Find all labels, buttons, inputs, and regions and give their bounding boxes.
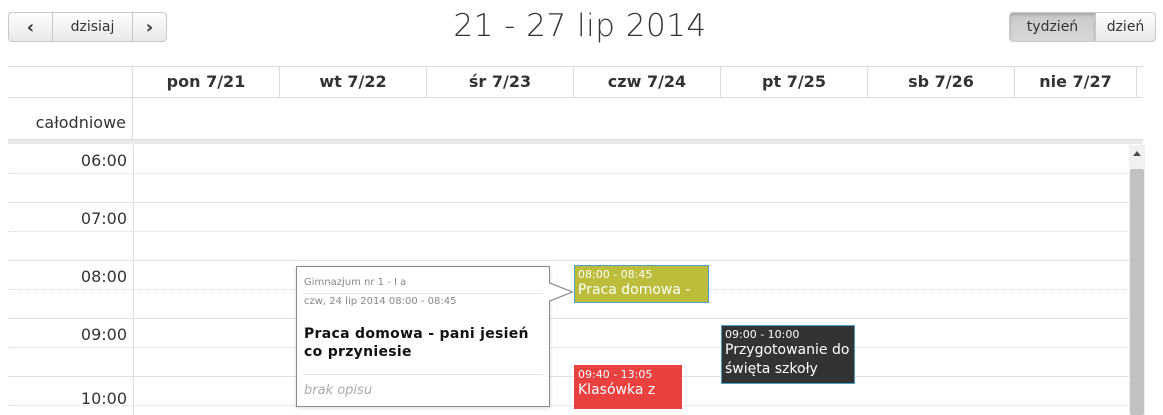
view-button-group: tydzień dzień — [1009, 12, 1156, 42]
day-view-button[interactable]: dzień — [1096, 12, 1156, 42]
day-header-tue[interactable]: wt 7/22 — [280, 67, 427, 97]
event-title: Przygotowanie do święta szkoły — [725, 342, 850, 377]
time-label-0900: 09:00 — [80, 325, 127, 344]
event-test[interactable]: 09:40 - 13:05 Klasówka z — [574, 365, 682, 409]
scroll-up-icon[interactable] — [1133, 151, 1141, 156]
popup-divider — [303, 293, 543, 294]
all-day-divider — [8, 140, 1143, 144]
header-gutter — [8, 67, 133, 97]
event-title: Klasówka z — [578, 382, 656, 398]
day-header-wed[interactable]: śr 7/23 — [427, 67, 574, 97]
time-slot[interactable] — [8, 377, 1138, 406]
time-label-1000: 10:00 — [80, 389, 127, 408]
time-slot[interactable] — [8, 348, 1138, 377]
event-time: 08:00 - 08:45 — [578, 268, 653, 281]
day-header-fri[interactable]: pt 7/25 — [721, 67, 868, 97]
prev-week-button[interactable]: ‹ — [8, 12, 53, 42]
next-week-button[interactable]: › — [133, 12, 167, 42]
popup-divider — [303, 374, 543, 375]
chevron-left-icon: ‹ — [26, 16, 35, 38]
gutter-divider — [133, 145, 134, 415]
event-homework[interactable]: 08:00 - 08:45 Praca domowa - — [574, 265, 709, 303]
time-slot[interactable] — [8, 203, 1138, 232]
day-header-row: pon 7/21 wt 7/22 śr 7/23 czw 7/24 pt 7/2… — [8, 66, 1143, 98]
vertical-scrollbar[interactable] — [1129, 145, 1145, 415]
day-header-mon[interactable]: pon 7/21 — [133, 67, 280, 97]
popup-datetime: czw, 24 lip 2014 08:00 - 08:45 — [304, 296, 457, 307]
day-header-thu[interactable]: czw 7/24 — [574, 67, 721, 97]
time-label-0800: 08:00 — [80, 267, 127, 286]
time-label-0700: 07:00 — [80, 209, 127, 228]
time-slot[interactable] — [8, 174, 1138, 203]
popup-organization: Gimnazjum nr 1 - I a — [304, 277, 407, 288]
all-day-row: całodniowe — [8, 97, 1143, 140]
week-view-button[interactable]: tydzień — [1009, 12, 1096, 42]
time-slot[interactable] — [8, 145, 1138, 174]
time-label-0600: 06:00 — [80, 151, 127, 170]
popup-title: Praca domowa - pani jesień co przyniesie — [304, 326, 529, 360]
scrollbar-thumb[interactable] — [1130, 169, 1144, 415]
popup-description: brak opisu — [304, 383, 373, 398]
nav-button-group: ‹ dzisiaj › — [8, 12, 167, 42]
event-details-popup: Gimnazjum nr 1 - I a czw, 24 lip 2014 08… — [296, 266, 574, 407]
event-time: 09:40 - 13:05 — [578, 368, 653, 381]
event-time: 09:00 - 10:00 — [725, 328, 800, 341]
day-header-sun[interactable]: nie 7/27 — [1015, 67, 1137, 97]
event-title: Praca domowa - — [578, 282, 691, 298]
time-slot[interactable] — [8, 232, 1138, 261]
today-button[interactable]: dzisiaj — [53, 12, 133, 42]
day-header-sat[interactable]: sb 7/26 — [868, 67, 1015, 97]
popup-pointer-fill — [548, 283, 571, 301]
event-school-holiday-prep[interactable]: 09:00 - 10:00 Przygotowanie do święta sz… — [721, 325, 855, 384]
all-day-slot[interactable] — [133, 97, 1143, 139]
chevron-right-icon: › — [145, 16, 154, 38]
all-day-label: całodniowe — [8, 97, 133, 139]
date-range-title: 21 - 27 lip 2014 — [453, 8, 707, 44]
time-slot[interactable] — [8, 319, 1138, 348]
